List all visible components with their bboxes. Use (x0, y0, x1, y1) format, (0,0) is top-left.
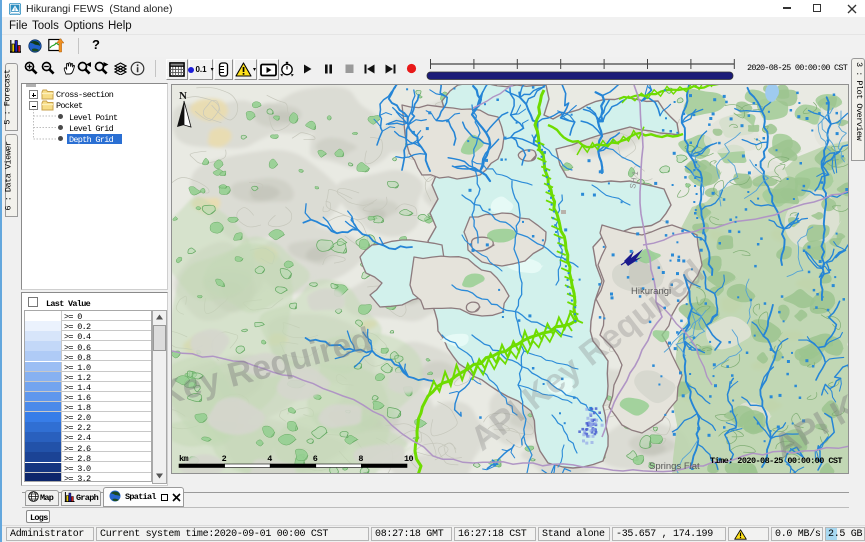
svg-text:Time: 2020-08-25 00:00:00 CST: Time: 2020-08-25 00:00:00 CST (710, 456, 842, 466)
svg-text:6: 6 (313, 454, 318, 464)
svg-text:2: 2 (222, 454, 227, 464)
svg-text:4: 4 (267, 454, 272, 464)
svg-text:10: 10 (404, 454, 414, 464)
svg-text:Springs Flat: Springs Flat (649, 461, 700, 472)
svg-text:8: 8 (358, 454, 363, 464)
svg-text:km: km (179, 454, 189, 464)
svg-text:N: N (179, 90, 187, 102)
svg-text:Hikurangi: Hikurangi (631, 286, 671, 297)
